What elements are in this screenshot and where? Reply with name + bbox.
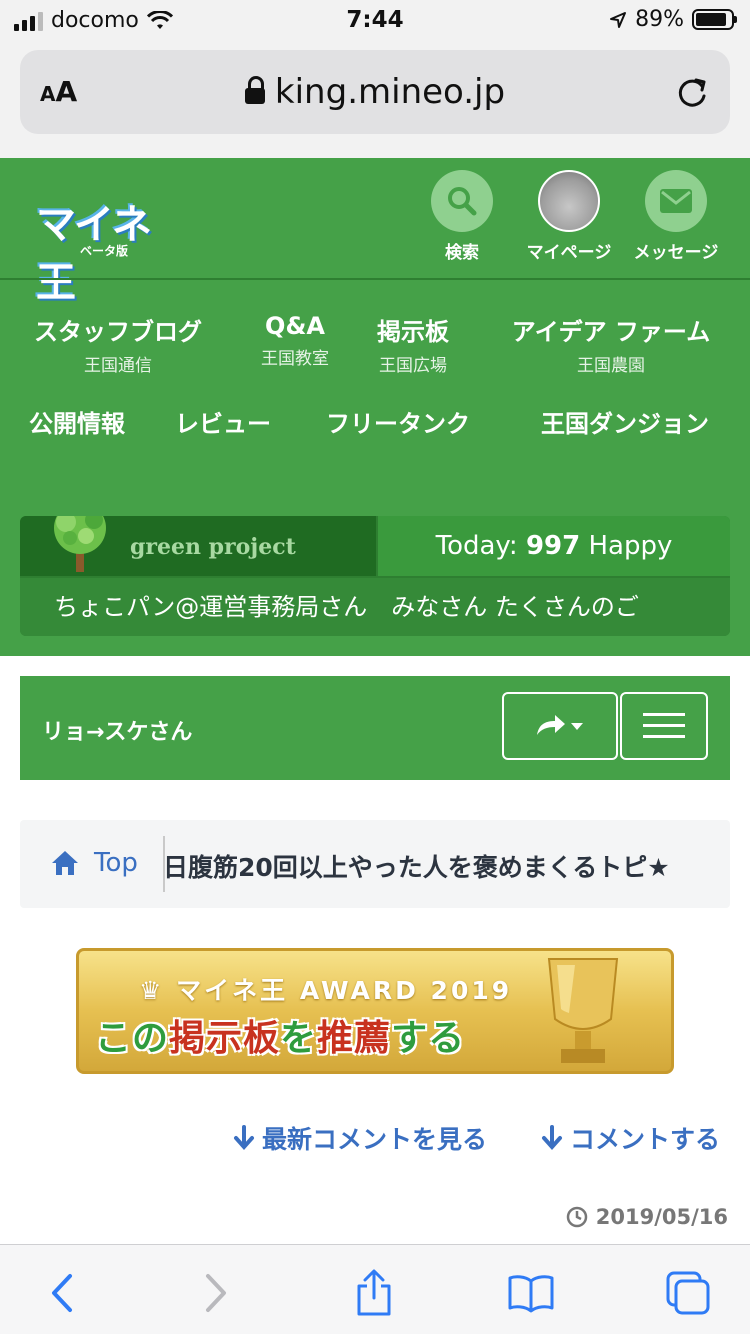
nav-public-info[interactable]: 公開情報 (22, 404, 132, 439)
today-count: 997 (525, 531, 581, 561)
bookmarks-button[interactable] (505, 1267, 557, 1319)
trophy-icon (547, 958, 619, 1063)
header-divider (0, 278, 750, 280)
share-arrow-icon (537, 715, 583, 735)
status-bar: docomo 7:44 89% (0, 0, 750, 42)
award-recommend-text: この掲示板を推薦する (95, 1018, 466, 1059)
arrow-down-icon (542, 1125, 562, 1151)
nav-bbs[interactable]: 掲示板 王国広場 (368, 312, 458, 376)
post-date: 2019/05/16 (566, 1205, 728, 1229)
book-icon (508, 1275, 554, 1313)
home-icon (52, 851, 78, 875)
message-label: メッセージ (633, 243, 719, 263)
breadcrumb-home-link[interactable]: Top (50, 848, 138, 878)
nav-free-tank[interactable]: フリータンク (320, 404, 476, 439)
tree-icon (54, 516, 106, 572)
envelope-icon (660, 189, 692, 213)
menu-button[interactable] (620, 692, 708, 760)
url-text: king.mineo.jp (274, 72, 506, 112)
avatar (538, 170, 600, 232)
green-project-box[interactable]: green project Today: 997 Happy ちょこパン@運営事… (20, 516, 730, 636)
forward-button[interactable] (190, 1267, 242, 1319)
award-banner[interactable]: ♛ マイネ王 AWARD 2019 この掲示板を推薦する (76, 948, 674, 1074)
news-ticker[interactable]: ちょこパン@運営事務局さん みなさん たくさんのご (20, 578, 730, 636)
nav-dungeon[interactable]: 王国ダンジョン (532, 404, 718, 439)
share-sheet-button[interactable] (348, 1267, 400, 1319)
arrow-down-icon (234, 1125, 254, 1151)
address-bar[interactable]: AA king.mineo.jp (20, 50, 730, 134)
search-button[interactable]: 検索 (417, 170, 507, 263)
browser-address-area: AA king.mineo.jp (0, 42, 750, 158)
mypage-button[interactable]: マイページ (524, 170, 614, 263)
page-title: 日腹筋20回以上やった人を褒めまくるトピ★ (163, 853, 670, 882)
search-icon (448, 187, 477, 216)
tabs-button[interactable] (662, 1267, 714, 1319)
award-title: マイネ王 AWARD 2019 (176, 976, 513, 1005)
search-label: 検索 (445, 243, 479, 263)
nav-idea-farm[interactable]: アイデア ファーム 王国農園 (504, 312, 718, 376)
today-happy-counter: Today: 997 Happy (378, 516, 730, 576)
latest-comments-link[interactable]: 最新コメントを見る (232, 1120, 487, 1156)
battery-icon (692, 9, 737, 30)
green-project-label: green project (130, 534, 296, 560)
nav-staff-blog[interactable]: スタッフブログ 王国通信 (30, 312, 206, 376)
nav-qa[interactable]: Q&A 王国教室 (250, 312, 340, 369)
nav-review[interactable]: レビュー (168, 404, 278, 439)
clock-icon (566, 1206, 588, 1228)
lock-icon (244, 76, 265, 104)
user-bar: リョ→スケさん (20, 676, 730, 780)
back-button[interactable] (36, 1267, 88, 1319)
reload-icon[interactable] (674, 74, 710, 110)
battery-percent: 89% (635, 7, 684, 32)
hamburger-icon (643, 713, 685, 738)
site-header: マイネ王 ベータ版 検索 マイページ メッセージ スタッフブログ 王国通信 Q&… (0, 158, 750, 656)
chevron-right-icon (206, 1274, 226, 1312)
breadcrumb: Top 日腹筋20回以上やった人を褒めまくるトピ★ (20, 820, 730, 908)
logo-subtitle: ベータ版 (80, 244, 129, 258)
comment-link[interactable]: コメントする (540, 1120, 720, 1156)
site-logo[interactable]: マイネ王 ベータ版 (36, 192, 176, 306)
location-arrow-icon (610, 11, 627, 28)
browser-toolbar (0, 1244, 750, 1334)
crown-icon: ♛ (139, 976, 177, 1005)
tabs-icon (666, 1271, 710, 1315)
chevron-left-icon (52, 1274, 72, 1312)
share-icon (357, 1269, 391, 1316)
share-button[interactable] (502, 692, 618, 760)
mypage-label: マイページ (526, 243, 612, 263)
message-button[interactable]: メッセージ (631, 170, 721, 263)
username[interactable]: リョ→スケさん (42, 714, 192, 746)
